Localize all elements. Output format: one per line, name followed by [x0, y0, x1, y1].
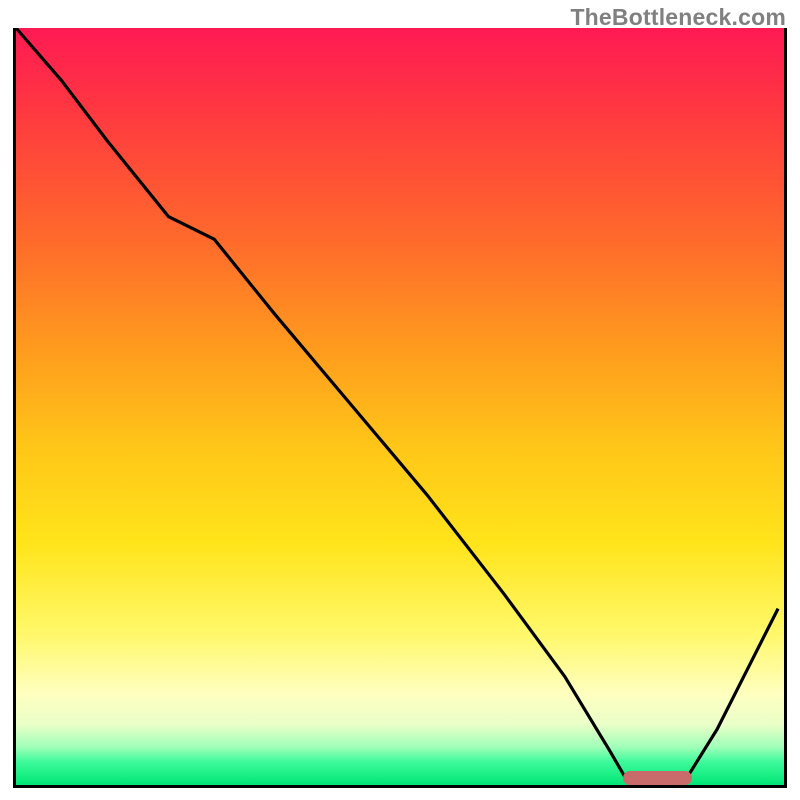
optimal-range-marker	[623, 771, 692, 785]
curve-layer	[16, 28, 784, 785]
plot-area	[13, 28, 787, 788]
bottleneck-curve	[16, 28, 778, 778]
bottleneck-chart: TheBottleneck.com	[0, 0, 800, 800]
watermark-text: TheBottleneck.com	[570, 4, 786, 31]
